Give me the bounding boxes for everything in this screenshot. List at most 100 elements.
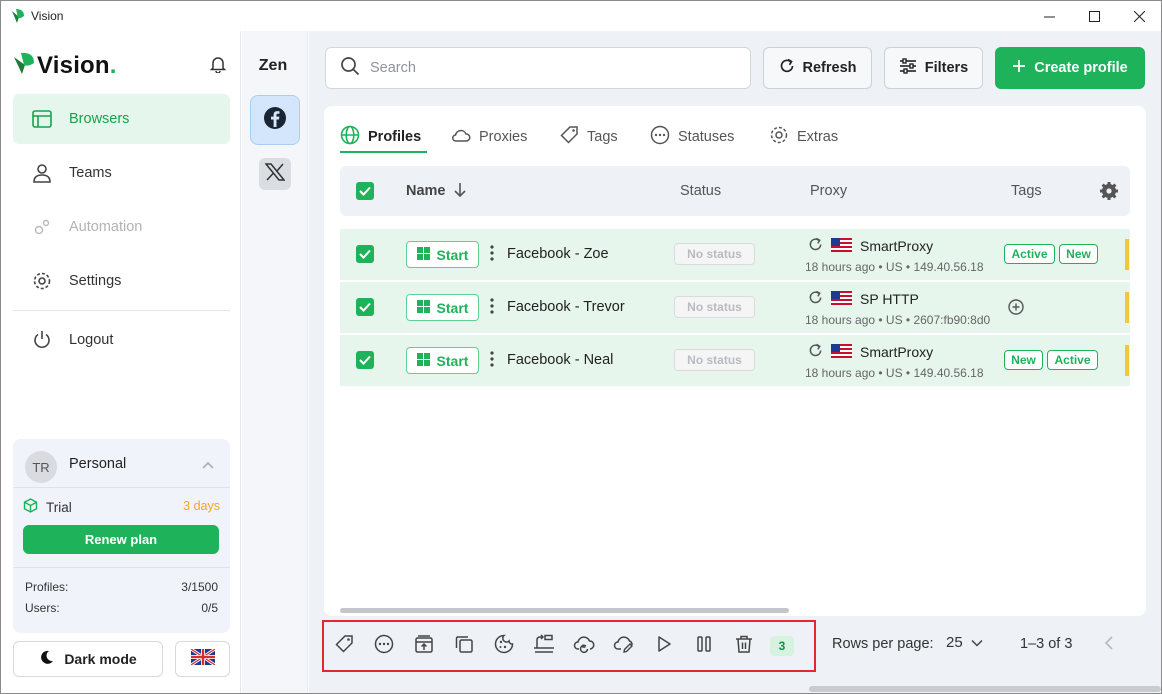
kebab-menu-icon[interactable] [490,245,494,266]
rows-per-page-select[interactable]: 25 [946,634,983,651]
kebab-menu-icon[interactable] [490,351,494,372]
plan-trial: Trial [23,498,72,516]
bulk-transfer-button[interactable] [524,626,564,666]
bulk-start-button[interactable] [644,626,684,666]
folder-title: Zen [258,57,288,74]
column-status[interactable]: Status [680,183,721,199]
table-row[interactable]: Start Facebook - Zoe No status SmartProx… [340,229,1130,280]
tab-proxies[interactable]: Proxies [451,120,527,154]
proxy-cell[interactable]: SmartProxy [808,343,933,361]
bell-icon[interactable] [209,55,227,78]
sidebar-item-automation: Automation [13,202,230,252]
start-button[interactable]: Start [406,294,479,321]
avatar[interactable]: TR [25,451,57,483]
kebab-menu-icon[interactable] [490,298,494,319]
previous-page-chevron-icon[interactable] [1104,635,1114,656]
uk-flag-icon [189,647,216,670]
tag-badge[interactable]: Active [1004,244,1055,264]
workspace-name[interactable]: Personal [69,456,126,472]
row-color-marker [1125,345,1129,376]
sidebar-item-teams[interactable]: Teams [13,148,230,198]
bulk-stop-button[interactable] [684,626,724,666]
sidebar-item-settings[interactable]: Settings [13,256,230,306]
horizontal-scrollbar[interactable] [340,608,1130,614]
tab-label: Tags [587,129,618,145]
cloud-edit-icon [613,634,635,659]
profile-name[interactable]: Facebook - Trevor [507,299,625,315]
column-name[interactable]: Name [406,183,446,199]
column-tags[interactable]: Tags [1011,183,1042,199]
refresh-icon[interactable] [808,343,823,361]
filters-button[interactable]: Filters [884,47,983,89]
bulk-export-button[interactable] [404,626,444,666]
tab-tags[interactable]: Tags [559,120,618,154]
start-button[interactable]: Start [406,347,479,374]
bulk-tag-button[interactable] [324,626,364,666]
tag-badge[interactable]: New [1059,244,1098,264]
window-title: Vision [31,9,64,23]
sidebar-item-logout[interactable]: Logout [13,315,230,365]
bulk-status-button[interactable] [364,626,404,666]
bulk-cookies-button[interactable] [484,626,524,666]
row-checkbox[interactable] [356,245,374,263]
table-row[interactable]: Start Facebook - Neal No status SmartPro… [340,335,1130,386]
proxy-cell[interactable]: SP HTTP [808,290,919,308]
search-input[interactable] [370,60,730,76]
select-all-checkbox[interactable] [356,182,374,200]
bulk-delete-button[interactable] [724,626,764,666]
gear-icon [769,125,789,149]
sort-arrow-down-icon[interactable] [453,182,467,203]
profile-name[interactable]: Facebook - Neal [507,352,613,368]
search-box[interactable] [325,47,751,89]
active-tab-indicator [340,151,427,153]
create-profile-button[interactable]: Create profile [995,47,1145,89]
profile-name[interactable]: Facebook - Zoe [507,246,609,262]
proxy-cell[interactable]: SmartProxy [808,237,933,255]
dark-mode-button[interactable]: Dark mode [13,641,163,677]
column-proxy[interactable]: Proxy [810,183,847,199]
folder-x[interactable] [259,158,291,190]
sliders-icon [899,58,917,78]
cloud-refresh-icon [573,634,595,659]
plan-divider [13,567,230,568]
us-flag-icon [831,237,852,255]
x-logo-icon [264,162,286,186]
status-badge[interactable]: No status [674,349,755,371]
start-button[interactable]: Start [406,241,479,268]
refresh-button[interactable]: Refresh [763,47,872,89]
tab-profiles[interactable]: Profiles [340,120,421,154]
status-badge[interactable]: No status [674,243,755,265]
tab-statuses[interactable]: Statuses [650,120,734,154]
us-flag-icon [831,343,852,361]
close-button[interactable] [1116,1,1162,32]
tag-badge[interactable]: Active [1047,350,1098,370]
cube-icon [23,498,38,516]
trash-icon [734,634,754,659]
brand-name: Vision. [37,51,117,79]
bulk-copy-button[interactable] [444,626,484,666]
folder-facebook[interactable] [250,95,300,145]
column-settings-gear-icon[interactable] [1099,181,1119,206]
language-button[interactable] [175,641,230,677]
chevron-up-icon[interactable] [201,457,215,475]
bottom-scrollbar-thumb[interactable] [809,686,1161,692]
bulk-cloud-edit-button[interactable] [604,626,644,666]
sidebar-item-browsers[interactable]: Browsers [13,94,230,144]
add-tag-plus-circle-icon[interactable] [1008,299,1024,320]
plus-icon [1012,59,1026,77]
tag-badge[interactable]: New [1004,350,1043,370]
row-checkbox[interactable] [356,351,374,369]
scrollbar-thumb[interactable] [340,608,789,613]
refresh-icon[interactable] [808,237,823,255]
status-badge[interactable]: No status [674,296,755,318]
minimize-button[interactable] [1026,1,1072,32]
users-usage: Users: 0/5 [25,601,218,615]
filters-label: Filters [924,60,969,76]
tab-extras[interactable]: Extras [769,120,838,154]
row-checkbox[interactable] [356,298,374,316]
bulk-cloud-sync-button[interactable] [564,626,604,666]
refresh-icon[interactable] [808,290,823,308]
maximize-button[interactable] [1071,1,1117,32]
table-row[interactable]: Start Facebook - Trevor No status SP HTT… [340,282,1130,333]
renew-plan-button[interactable]: Renew plan [23,525,219,554]
